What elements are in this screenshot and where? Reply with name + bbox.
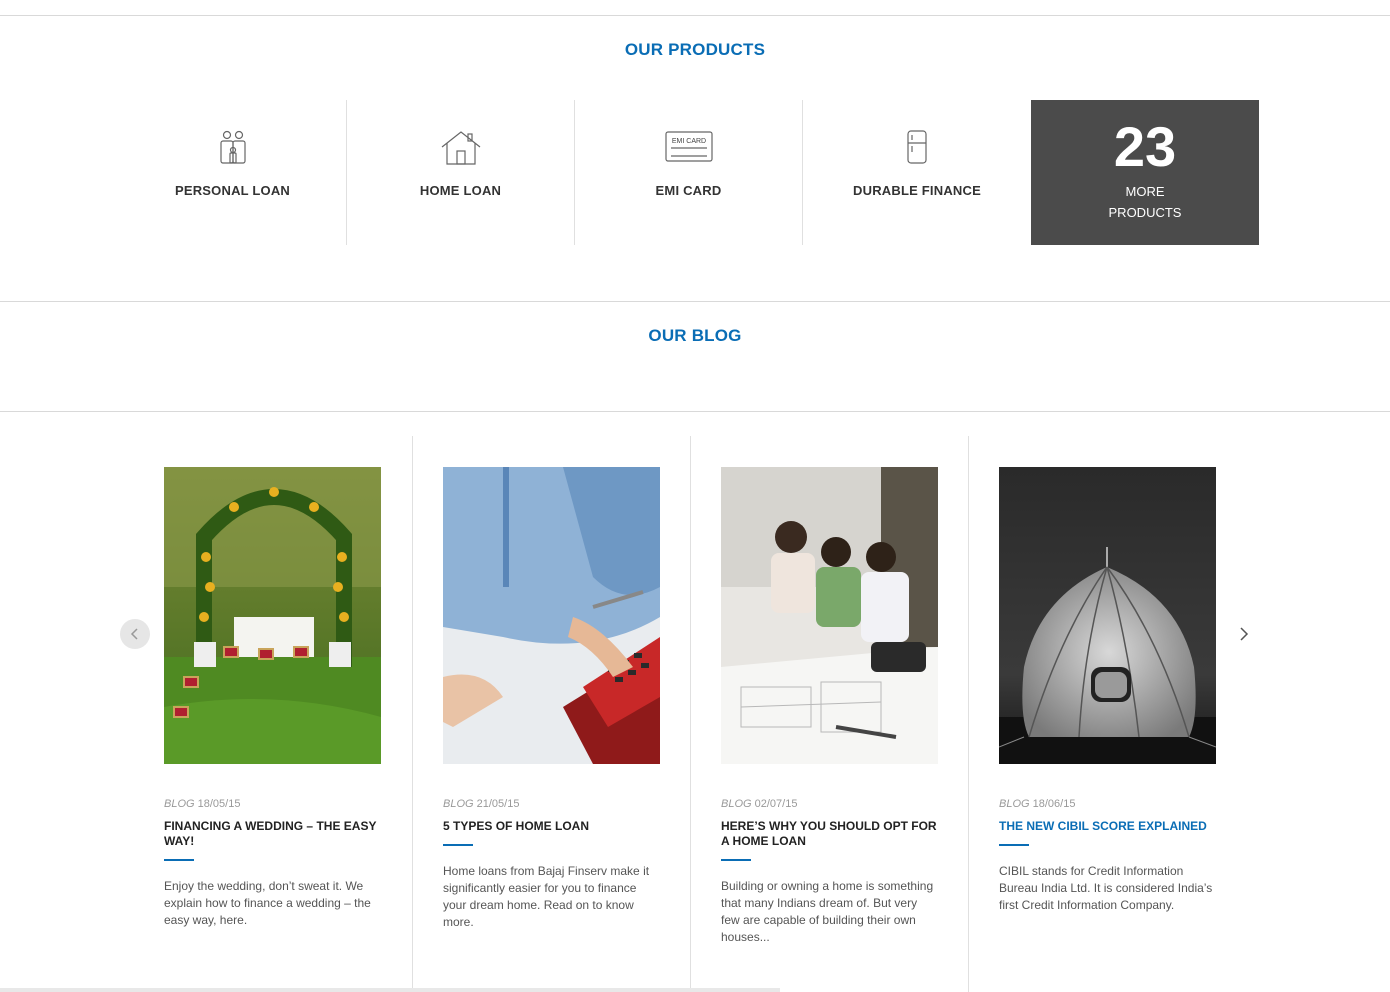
product-label: DURABLE FINANCE xyxy=(853,183,981,198)
emi-card-icon: EMI CARD xyxy=(575,130,802,166)
title-underline xyxy=(721,859,751,861)
blog-title[interactable]: THE NEW CIBIL SCORE EXPLAINED xyxy=(999,819,1216,834)
section-divider xyxy=(0,301,1390,302)
blog-category: BLOG xyxy=(999,798,1030,810)
blog-title[interactable]: HERE’S WHY YOU SHOULD OPT FOR A HOME LOA… xyxy=(721,819,938,849)
blog-date: 02/07/15 xyxy=(754,798,798,810)
blog-description: CIBIL stands for Credit Information Bure… xyxy=(999,864,1213,912)
blog-meta: BLOG 02/07/15 xyxy=(721,798,797,810)
product-label: HOME LOAN xyxy=(419,183,502,198)
more-products-tile[interactable]: 23 MORE PRODUCTS xyxy=(1031,100,1259,245)
blog-category: BLOG xyxy=(443,798,474,810)
blog-category: BLOG xyxy=(721,798,752,810)
blog-date: 21/05/15 xyxy=(476,798,520,810)
blog-title[interactable]: 5 TYPES OF HOME LOAN xyxy=(443,819,660,834)
title-underline xyxy=(999,844,1029,846)
more-products-count: 23 xyxy=(1113,115,1177,178)
blog-card[interactable]: BLOG 21/05/15 5 TYPES OF HOME LOAN Home … xyxy=(412,436,690,992)
blog-card[interactable]: BLOG 18/06/15 THE NEW CIBIL SCORE EXPLAI… xyxy=(968,436,1246,992)
title-underline xyxy=(164,859,194,861)
product-home-loan[interactable]: HOME LOAN xyxy=(347,100,575,245)
blog-card[interactable]: BLOG 18/05/15 FINANCING A WEDDING – THE … xyxy=(134,436,412,992)
blog-date: 18/05/15 xyxy=(197,798,241,810)
blog-title[interactable]: FINANCING A WEDDING – THE EASY WAY! xyxy=(164,819,381,849)
carousel-prev-button[interactable] xyxy=(120,619,150,649)
blog-header-divider xyxy=(0,411,1390,412)
wedding-arch-photo[interactable] xyxy=(164,467,381,764)
blog-description: Building or owning a home is something t… xyxy=(721,879,934,944)
emi-card-icon-text: EMI CARD xyxy=(671,138,705,145)
carousel-next-button[interactable] xyxy=(1236,624,1252,644)
products-section-title: OUR PRODUCTS xyxy=(624,40,766,59)
bottom-edge xyxy=(0,988,780,992)
product-emi-card[interactable]: EMI CARD EMI CARD xyxy=(575,100,803,245)
product-personal-loan[interactable]: PERSONAL LOAN xyxy=(119,100,347,245)
blog-card[interactable]: BLOG 02/07/15 HERE’S WHY YOU SHOULD OPT … xyxy=(690,436,968,992)
family-blueprint-photo[interactable] xyxy=(721,467,938,764)
people-icon xyxy=(119,130,346,166)
products-row: PERSONAL LOAN HOME LOAN EMI CARD EMI CAR… xyxy=(119,100,1260,245)
blog-description: Home loans from Bajaj Finserv make it si… xyxy=(443,864,650,929)
blog-meta: BLOG 21/05/15 xyxy=(443,798,519,810)
blog-meta: BLOG 18/05/15 xyxy=(164,798,240,810)
top-divider xyxy=(0,15,1390,16)
title-underline xyxy=(443,844,473,846)
more-products-label-line2: PRODUCTS xyxy=(1108,205,1182,220)
blog-meta: BLOG 18/06/15 xyxy=(999,798,1075,810)
product-label: PERSONAL LOAN xyxy=(174,183,291,198)
blog-section-title: OUR BLOG xyxy=(648,326,742,345)
refrigerator-icon xyxy=(803,130,1031,166)
product-durable-finance[interactable]: DURABLE FINANCE xyxy=(803,100,1031,245)
more-products-label-line1: MORE xyxy=(1125,184,1165,199)
tent-night-photo[interactable] xyxy=(999,467,1216,764)
product-label: EMI CARD xyxy=(655,183,722,198)
blog-category: BLOG xyxy=(164,798,195,810)
blog-description: Enjoy the wedding, don’t sweat it. We ex… xyxy=(164,879,371,927)
chevron-right-icon xyxy=(1240,627,1249,641)
chevron-left-icon xyxy=(130,628,138,640)
house-icon xyxy=(347,130,574,166)
blog-carousel: BLOG 18/05/15 FINANCING A WEDDING – THE … xyxy=(134,436,1246,992)
blog-date: 18/06/15 xyxy=(1032,798,1076,810)
calculator-photo[interactable] xyxy=(443,467,660,764)
